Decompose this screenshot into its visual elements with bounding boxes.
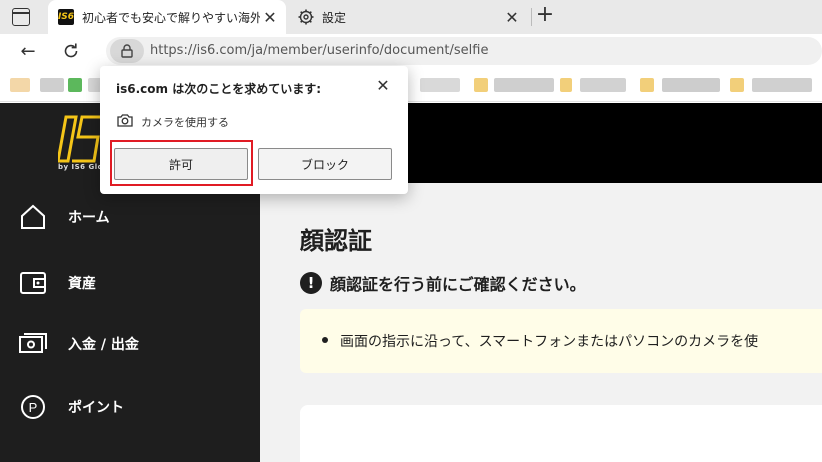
- cash-icon: [19, 330, 47, 358]
- page-title: 顔認証: [300, 227, 372, 255]
- blurred-favorite[interactable]: [420, 78, 460, 92]
- blurred-favorite[interactable]: [494, 78, 554, 92]
- sidebar-item-deposit-withdraw[interactable]: 入金 / 出金: [0, 324, 260, 364]
- sidebar-item-assets[interactable]: 資産: [0, 263, 260, 303]
- blurred-favorite[interactable]: [68, 78, 82, 92]
- refresh-icon[interactable]: [60, 40, 82, 62]
- points-icon: P: [19, 393, 47, 421]
- sidebar-item-points[interactable]: P ポイント: [0, 387, 260, 427]
- blurred-favorite[interactable]: [730, 78, 744, 92]
- bullet-icon: [322, 337, 328, 343]
- exclamation-icon: !: [300, 272, 322, 294]
- tab-settings[interactable]: 設定 ✕: [288, 0, 528, 34]
- sidebar-item-label: ポイント: [68, 400, 124, 416]
- permission-label: カメラを使用する: [141, 115, 229, 129]
- dialog-title: is6.com は次のことを求めています:: [116, 82, 322, 96]
- is6-favicon-icon: IS6: [58, 9, 74, 25]
- camera-icon: [117, 112, 133, 131]
- sidebar-item-label: ホーム: [68, 210, 110, 226]
- tab-title: 設定: [322, 10, 347, 25]
- blurred-favorite[interactable]: [560, 78, 572, 92]
- lock-icon[interactable]: [110, 39, 144, 63]
- info-text: 画面の指示に沿って、スマートフォンまたはパソコンのカメラを使: [340, 334, 759, 350]
- blurred-favorite[interactable]: [10, 78, 30, 92]
- blurred-favorite[interactable]: [640, 78, 654, 92]
- close-tab-icon[interactable]: ✕: [502, 8, 522, 27]
- url-text: https://is6.com/ja/member/userinfo/docum…: [150, 43, 489, 58]
- blurred-favorite[interactable]: [662, 78, 720, 92]
- notice-text: 顔認証を行う前にご確認ください。: [330, 275, 586, 294]
- tab-is6[interactable]: IS6 初心者でも安心で解りやすい海外FX ✕: [48, 0, 286, 34]
- permission-row: カメラを使用する: [117, 112, 229, 131]
- tab-title: 初心者でも安心で解りやすい海外FX: [82, 10, 260, 25]
- info-box: 画面の指示に沿って、スマートフォンまたはパソコンのカメラを使: [300, 309, 822, 373]
- sidebar-item-home[interactable]: ホーム: [0, 197, 260, 237]
- blurred-favorite[interactable]: [40, 78, 64, 92]
- home-icon: [19, 203, 47, 231]
- selfie-card: [300, 405, 822, 462]
- block-button[interactable]: ブロック: [258, 148, 392, 180]
- wallet-icon: [19, 269, 47, 297]
- blurred-favorite[interactable]: [580, 78, 626, 92]
- gear-icon: [298, 9, 314, 25]
- back-icon[interactable]: ←: [17, 40, 39, 62]
- annotation-highlight: [110, 140, 253, 186]
- close-icon[interactable]: ✕: [372, 74, 394, 96]
- address-bar[interactable]: https://is6.com/ja/member/userinfo/docum…: [106, 37, 822, 65]
- sidebar-item-label: 入金 / 出金: [68, 337, 139, 353]
- close-tab-icon[interactable]: ✕: [260, 8, 280, 27]
- toolbar: ← https://is6.com/ja/member/userinfo/doc…: [0, 34, 822, 68]
- svg-text:P: P: [29, 400, 38, 415]
- main-content: 顔認証 ! 顔認証を行う前にご確認ください。 画面の指示に沿って、スマートフォン…: [260, 183, 822, 462]
- brand-subtitle: by IS6 Glo: [58, 163, 103, 171]
- blurred-favorite[interactable]: [474, 78, 488, 92]
- new-tab-icon[interactable]: +: [533, 2, 557, 27]
- blurred-favorite[interactable]: [752, 78, 812, 92]
- sidebar-item-label: 資産: [68, 276, 96, 292]
- tab-strip: IS6 初心者でも安心で解りやすい海外FX ✕ 設定 ✕ +: [0, 0, 822, 34]
- tab-divider: [531, 8, 532, 26]
- notice: ! 顔認証を行う前にご確認ください。: [300, 271, 586, 295]
- tab-actions-icon[interactable]: [12, 8, 30, 26]
